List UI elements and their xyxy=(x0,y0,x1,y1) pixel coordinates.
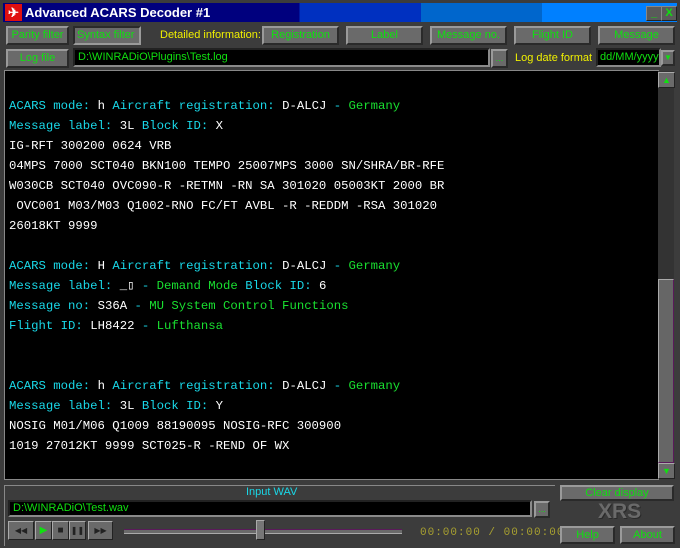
log-date-format-select[interactable]: dd/MM/yyyy xyxy=(596,48,661,67)
title-bar: ✈ Advanced ACARS Decoder #1 _ X xyxy=(3,3,677,22)
message-label-line: Message label: _▯ - Demand Mode Block ID… xyxy=(9,279,327,293)
console-scrollbar[interactable]: ▲ ▼ xyxy=(658,71,675,479)
log-date-format-label: Log date format xyxy=(515,52,593,64)
help-button[interactable]: Help xyxy=(560,526,615,544)
flight-id-button[interactable]: Flight ID xyxy=(514,26,591,45)
minimize-button[interactable]: _ xyxy=(646,6,662,21)
window-title: Advanced ACARS Decoder #1 xyxy=(25,5,211,20)
message-body-line: OVC001 M03/M03 Q1002-RNO FC/FT AVBL -R -… xyxy=(9,199,438,213)
message-number-line: Message no: S36A - MU System Control Fun… xyxy=(9,299,349,313)
console-text: ACARS mode: h Aircraft registration: D-A… xyxy=(9,96,444,456)
syntax-filter-button[interactable]: Syntax filter xyxy=(73,26,141,45)
message-body-line: 1019 27012KT 9999 SCT025-R -REND OF WX xyxy=(9,439,290,453)
log-file-button[interactable]: Log file xyxy=(6,49,69,68)
message-label-line: Message label: 3L Block ID: Y xyxy=(9,399,224,413)
message-header-line: ACARS mode: h Aircraft registration: D-A… xyxy=(9,99,401,113)
about-button[interactable]: About xyxy=(620,526,675,544)
message-header-line: ACARS mode: h Aircraft registration: D-A… xyxy=(9,379,401,393)
airplane-icon: ✈ xyxy=(5,4,22,21)
message-body-line: 04MPS 7000 SCT040 BKN100 TEMPO 25007MPS … xyxy=(9,159,445,173)
scroll-up-button[interactable]: ▲ xyxy=(658,72,675,88)
message-label-line: Message label: 3L Block ID: X xyxy=(9,119,224,133)
label-button[interactable]: Label xyxy=(346,26,423,45)
message-header-line: ACARS mode: H Aircraft registration: D-A… xyxy=(9,259,401,273)
stop-button[interactable]: ■ xyxy=(52,521,69,540)
rewind-button[interactable]: ◀◀ xyxy=(8,521,34,540)
message-button[interactable]: Message xyxy=(598,26,675,45)
message-console: ACARS mode: h Aircraft registration: D-A… xyxy=(4,70,659,480)
message-body-line: NOSIG M01/M06 Q1009 88190095 NOSIG-RFC 3… xyxy=(9,419,342,433)
wav-browse-button[interactable]: ... xyxy=(534,501,550,518)
log-path-field[interactable]: D:\WINRADiO\Plugins\Test.log xyxy=(73,48,490,67)
log-browse-button[interactable]: ... xyxy=(491,49,508,68)
message-no-button[interactable]: Message no. xyxy=(430,26,507,45)
play-button[interactable]: ▶ xyxy=(35,521,52,540)
message-body-line: 26018KT 9999 xyxy=(9,219,98,233)
flight-id-line: Flight ID: LH8422 - Lufthansa xyxy=(9,319,224,333)
scroll-down-button[interactable]: ▼ xyxy=(658,463,675,479)
scrollbar-thumb[interactable] xyxy=(658,279,674,463)
pause-button[interactable]: ❚❚ xyxy=(69,521,86,540)
playback-time: 00:00:00 / 00:00:00 xyxy=(420,527,565,539)
clear-display-button[interactable]: Clear display xyxy=(560,485,674,501)
forward-button[interactable]: ▶▶ xyxy=(88,521,113,540)
close-button[interactable]: X xyxy=(661,6,677,21)
wav-path-field[interactable]: D:\WINRADiO\Test.wav xyxy=(8,500,532,517)
registration-button[interactable]: Registration xyxy=(262,26,339,45)
xrs-logo: XRS xyxy=(598,500,642,523)
dropdown-arrow-icon[interactable]: ▼ xyxy=(661,50,675,66)
detailed-information-label: Detailed information: xyxy=(160,29,261,41)
message-body-line: IG-RFT 300200 0624 VRB xyxy=(9,139,172,153)
input-wav-label: Input WAV xyxy=(246,486,298,498)
message-body-line: W030CB SCT040 OVC090-R -RETMN -RN SA 301… xyxy=(9,179,445,193)
parity-filter-button[interactable]: Parity filter xyxy=(6,26,69,45)
playback-slider-thumb[interactable] xyxy=(256,520,266,540)
